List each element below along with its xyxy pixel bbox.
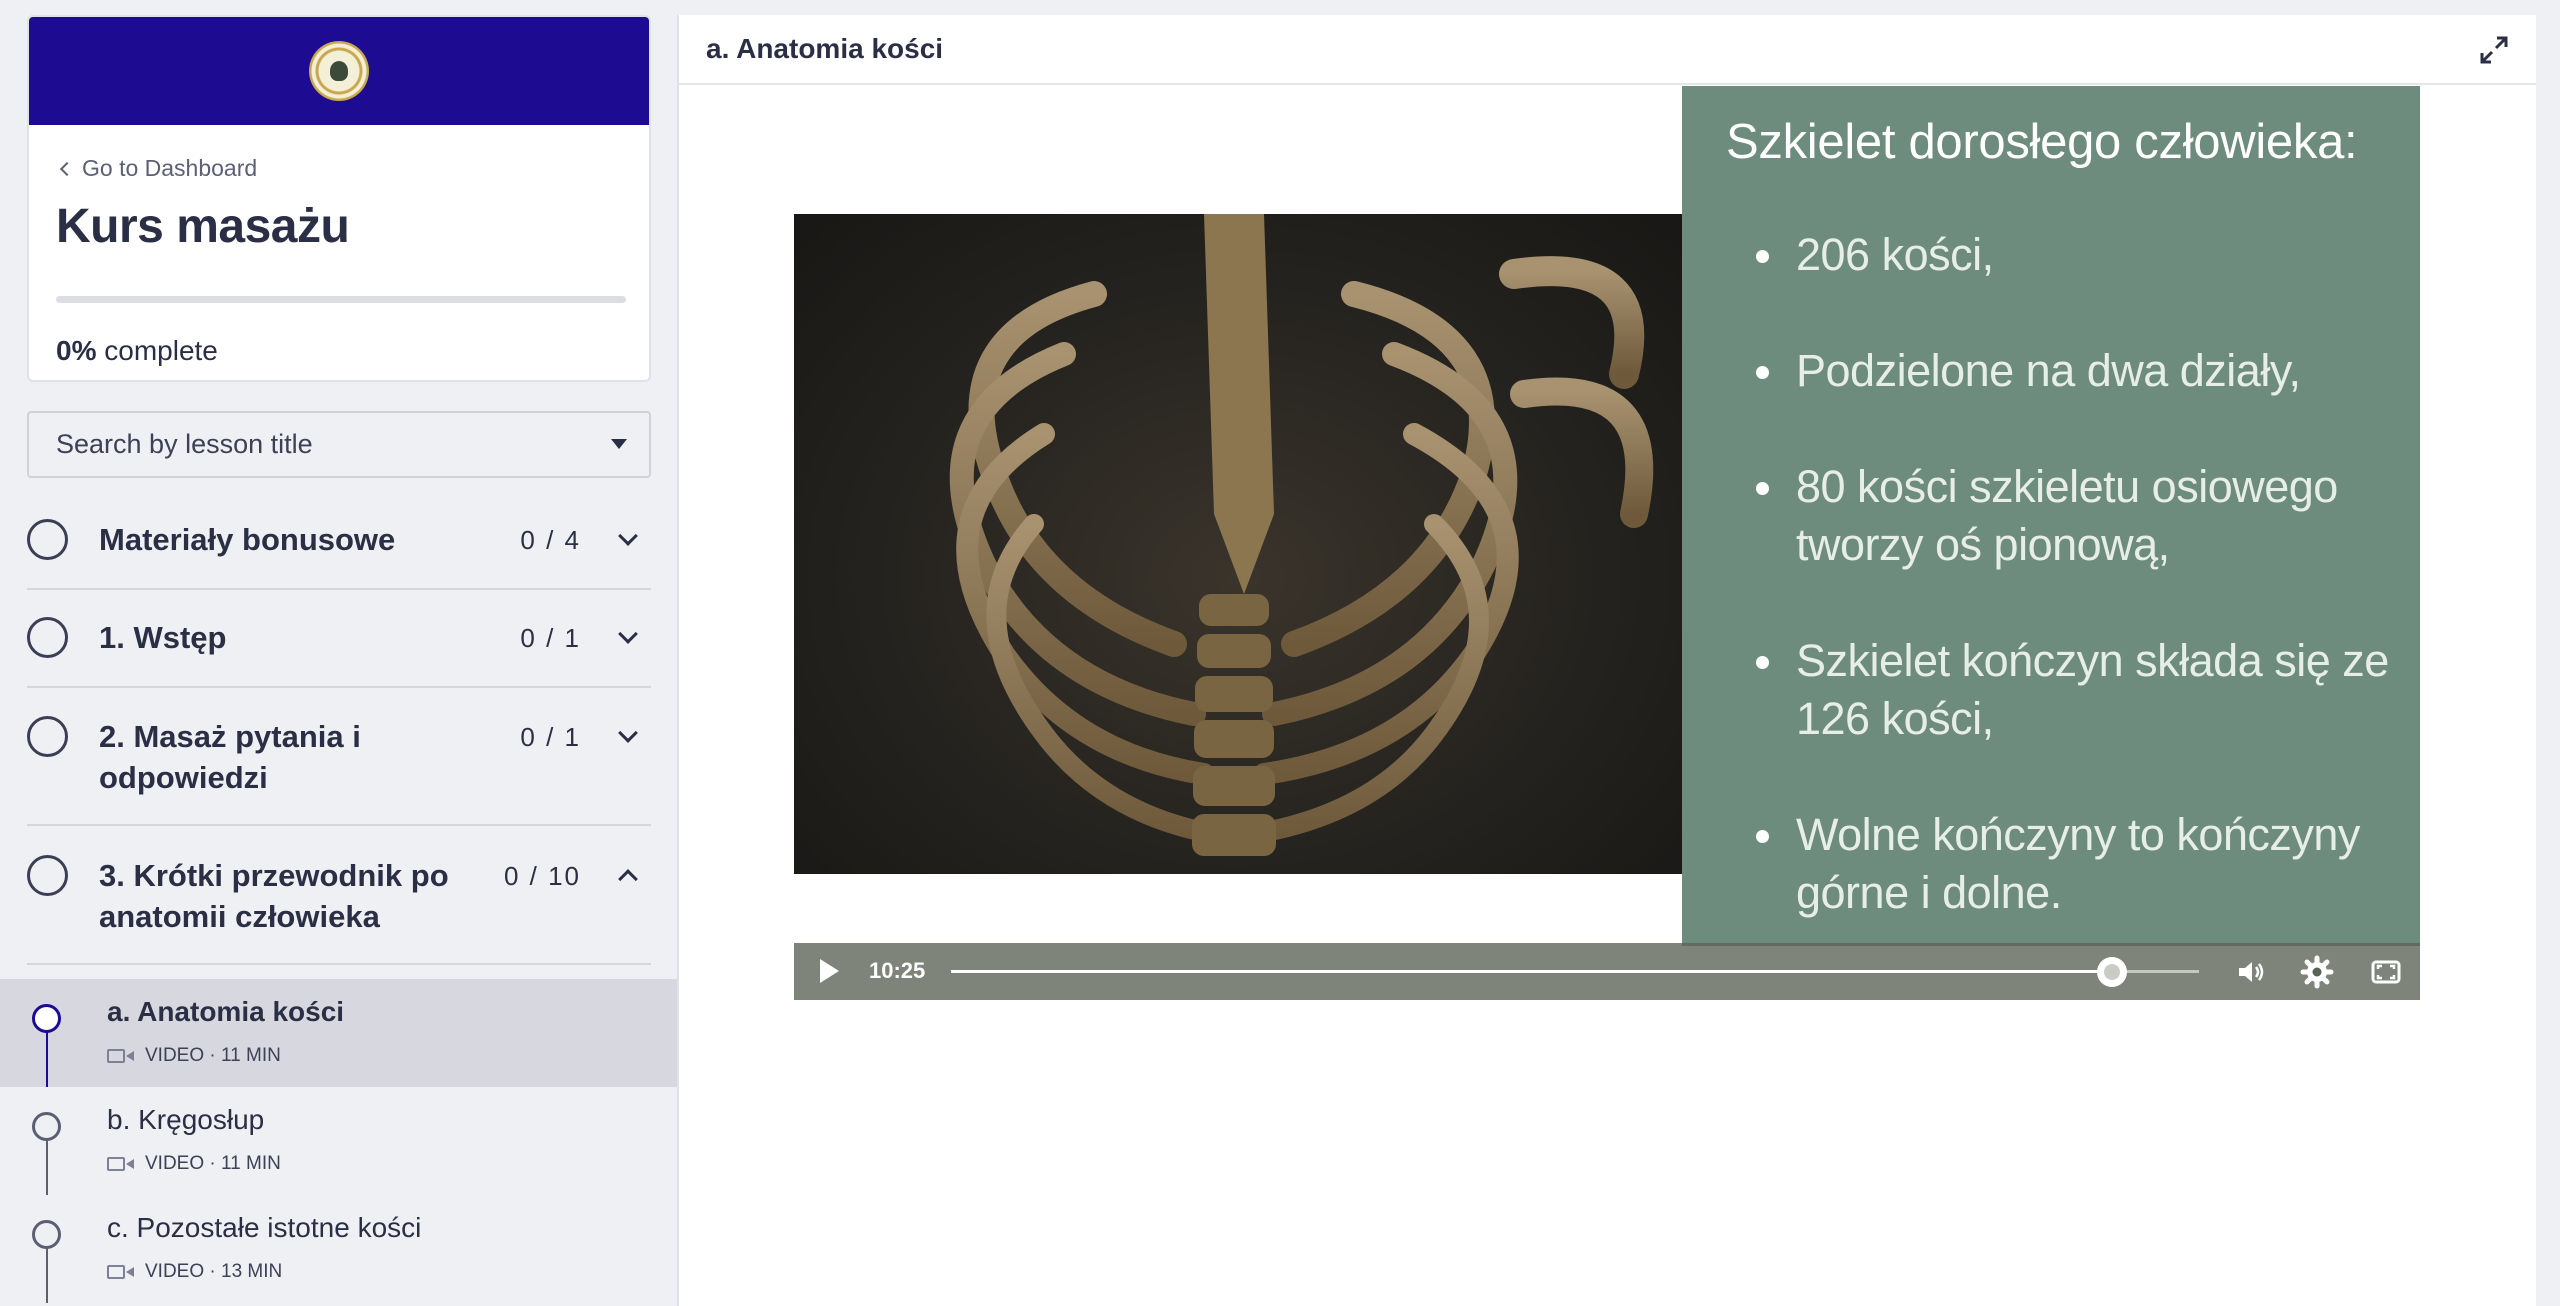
volume-icon[interactable] <box>2234 955 2268 989</box>
lesson-header: a. Anatomia kości <box>679 15 2536 85</box>
timeline-line <box>46 1137 48 1195</box>
section-count: 0 / 4 <box>520 525 581 555</box>
lesson-search-dropdown[interactable]: Search by lesson title <box>27 411 651 478</box>
video-controls: 10:25 <box>794 943 2420 1000</box>
progress-suffix: complete <box>104 335 218 366</box>
presentation-slide: Szkielet dorosłego człowieka: 206 kości,… <box>1682 86 2420 946</box>
lesson-meta: VIDEO · 13 MIN <box>107 1261 282 1283</box>
lesson-item-kregoslup[interactable]: b. Kręgosłup VIDEO · 11 MIN <box>0 1087 677 1195</box>
section-title: 3. Krótki przewodnik po anatomii człowie… <box>99 858 449 934</box>
slide-bullet: Szkielet kończyn składa się ze 126 kości… <box>1756 632 2396 748</box>
skeleton-video-frame <box>794 214 1682 874</box>
lesson-status-circle-icon <box>32 1112 61 1141</box>
section-title: Materiały bonusowe <box>99 522 396 557</box>
caret-down-icon <box>611 439 627 449</box>
lesson-title: c. Pozostałe istotne kości <box>107 1212 422 1243</box>
video-player[interactable]: Szkielet dorosłego człowieka: 206 kości,… <box>794 86 2420 1000</box>
section-status-circle-icon <box>27 716 68 757</box>
lesson-meta-text: VIDEO · 11 MIN <box>145 1153 281 1174</box>
section-status-circle-icon <box>27 617 68 658</box>
go-to-dashboard-link[interactable]: Go to Dashboard <box>59 155 258 182</box>
progress-text: 0% complete <box>56 335 218 367</box>
section-wstep[interactable]: 1. Wstęp 0 / 1 <box>27 590 651 688</box>
lesson-meta-text: VIDEO · 11 MIN <box>145 1045 281 1066</box>
video-camera-icon <box>107 1157 135 1171</box>
lesson-meta: VIDEO · 11 MIN <box>107 1045 281 1067</box>
lesson-status-circle-icon <box>32 1004 61 1033</box>
timeline-line <box>46 1245 48 1303</box>
crest-logo-icon <box>309 41 369 101</box>
slide-bullet: 206 kości, <box>1756 226 2396 284</box>
slide-bullet: Podzielone na dwa działy, <box>1756 342 2396 400</box>
section-count: 0 / 10 <box>503 861 581 891</box>
scrubber-played <box>951 970 2112 973</box>
course-progress-bar <box>56 296 626 303</box>
section-masaz-pytania[interactable]: 2. Masaż pytania i odpowiedzi 0 / 1 <box>27 688 651 826</box>
sidebar: Go to Dashboard Kurs masażu 0% complete … <box>0 0 677 1306</box>
slide-heading: Szkielet dorosłego człowieka: <box>1726 115 2358 169</box>
video-camera-icon <box>107 1049 135 1063</box>
chevron-left-icon <box>59 161 75 177</box>
play-icon[interactable] <box>820 959 839 983</box>
section-status-circle-icon <box>27 855 68 896</box>
section-status-circle-icon <box>27 519 68 560</box>
scrubber-handle[interactable] <box>2096 957 2127 987</box>
course-card: Go to Dashboard Kurs masażu 0% complete <box>27 15 651 382</box>
lesson-item-anatomia-kosci[interactable]: a. Anatomia kości VIDEO · 11 MIN <box>0 979 677 1087</box>
section-title: 2. Masaż pytania i odpowiedzi <box>99 719 361 795</box>
chevron-down-icon <box>618 624 638 644</box>
section-count: 0 / 1 <box>520 623 581 653</box>
course-banner <box>29 17 649 125</box>
chevron-down-icon <box>618 526 638 546</box>
lesson-meta: VIDEO · 11 MIN <box>107 1153 281 1175</box>
section-materialy-bonusowe[interactable]: Materiały bonusowe 0 / 4 <box>27 500 651 590</box>
section-title: 1. Wstęp <box>99 620 227 655</box>
expand-icon[interactable] <box>2478 34 2510 66</box>
section-krotki-przewodnik[interactable]: 3. Krótki przewodnik po anatomii człowie… <box>27 826 651 965</box>
slide-bullet-list: 206 kości, Podzielone na dwa działy, 80 … <box>1756 226 2396 980</box>
gear-icon[interactable] <box>2300 955 2334 989</box>
section-count: 0 / 1 <box>520 722 581 752</box>
fullscreen-icon[interactable] <box>2369 955 2403 989</box>
chevron-down-icon <box>618 723 638 743</box>
chevron-up-icon <box>618 869 638 889</box>
lesson-heading: a. Anatomia kości <box>706 33 944 64</box>
lesson-item-pozostale-kosci[interactable]: c. Pozostałe istotne kości VIDEO · 13 MI… <box>0 1195 677 1303</box>
lesson-status-circle-icon <box>32 1220 61 1249</box>
ribcage-illustration <box>949 214 1654 856</box>
video-scrubber[interactable] <box>951 957 2199 987</box>
timeline-line <box>46 1029 48 1087</box>
main-content: a. Anatomia kości Szkielet dorosłego czł… <box>677 15 2536 1306</box>
back-link-label: Go to Dashboard <box>82 155 258 181</box>
lesson-meta-text: VIDEO · 13 MIN <box>145 1261 283 1282</box>
lesson-title: b. Kręgosłup <box>107 1104 265 1135</box>
video-camera-icon <box>107 1265 135 1279</box>
progress-value: 0% <box>56 335 97 366</box>
course-title: Kurs masażu <box>56 200 350 253</box>
video-time: 10:25 <box>869 958 926 983</box>
search-placeholder: Search by lesson title <box>56 429 313 459</box>
slide-bullet: 80 kości szkieletu osiowego tworzy oś pi… <box>1756 458 2396 574</box>
slide-bullet: Wolne kończyny to kończyny górne i dolne… <box>1756 806 2396 922</box>
lesson-title: a. Anatomia kości <box>107 996 345 1027</box>
